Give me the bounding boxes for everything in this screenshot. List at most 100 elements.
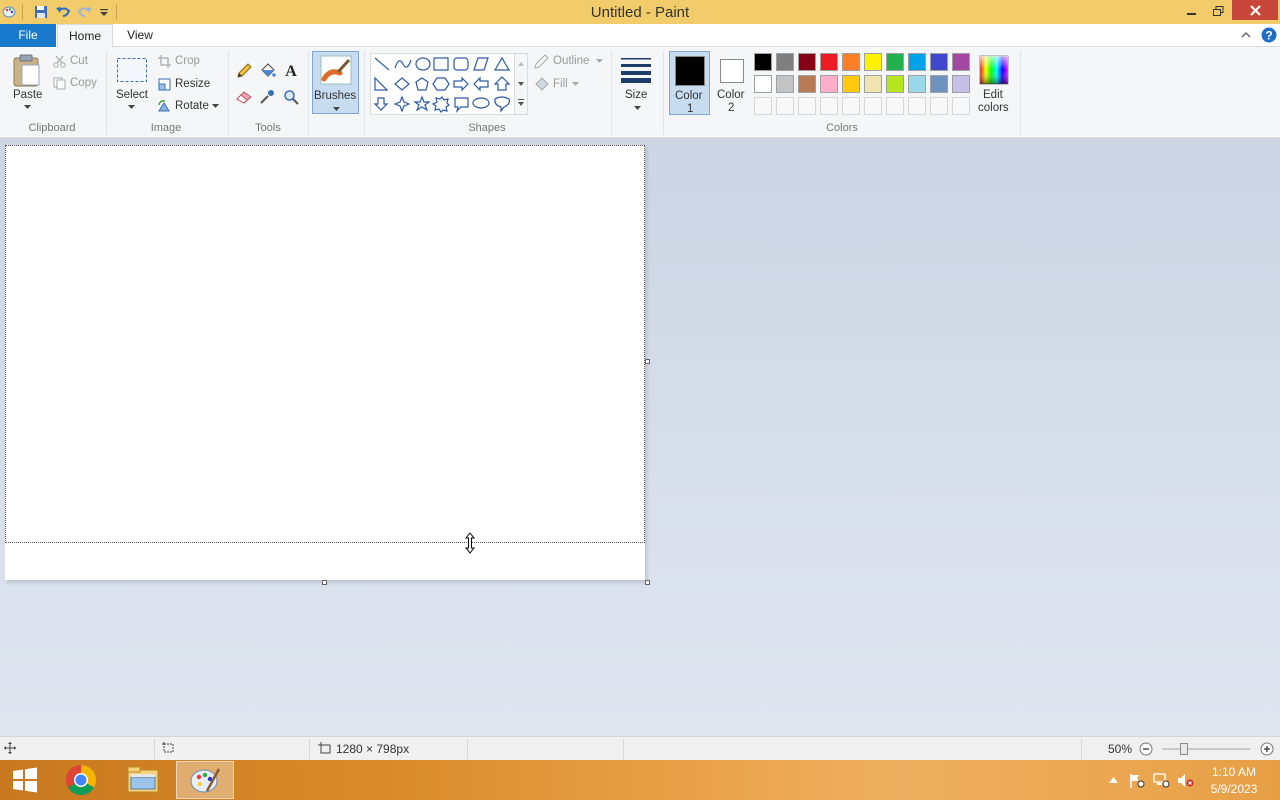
edit-colors-button[interactable]: Edit colors — [974, 51, 1014, 115]
minimize-button[interactable] — [1180, 0, 1204, 22]
copy-icon[interactable] — [52, 76, 66, 90]
zoom-slider-thumb[interactable] — [1180, 743, 1188, 755]
color-swatch[interactable] — [754, 75, 772, 93]
action-center-flag-icon[interactable] — [1128, 772, 1146, 788]
tab-home[interactable]: Home — [57, 24, 113, 48]
zoom-in-icon[interactable] — [1259, 741, 1275, 757]
color-swatch[interactable] — [908, 75, 926, 93]
brushes-dropdown-icon — [331, 105, 341, 113]
help-icon[interactable]: ? — [1260, 26, 1278, 44]
resize-label[interactable]: Resize — [175, 78, 210, 90]
resize-icon[interactable] — [157, 77, 171, 91]
custom-color-slot[interactable] — [842, 97, 860, 115]
color2-button[interactable]: Color 2 — [712, 51, 752, 115]
color-swatch[interactable] — [930, 53, 948, 71]
color-swatch[interactable] — [842, 53, 860, 71]
close-button[interactable] — [1232, 0, 1278, 20]
canvas-resize-handle-right[interactable] — [645, 359, 650, 364]
custom-color-slot[interactable] — [952, 97, 970, 115]
color-swatch[interactable] — [952, 75, 970, 93]
color-swatch[interactable] — [842, 75, 860, 93]
shapes-gallery-scroll[interactable] — [514, 53, 528, 115]
color-swatch[interactable] — [864, 53, 882, 71]
taskbar-chrome[interactable] — [52, 761, 110, 799]
taskbar-file-explorer[interactable] — [114, 761, 172, 799]
clock-date[interactable]: 5/9/2023 — [1210, 782, 1258, 796]
network-icon[interactable] — [1152, 772, 1170, 788]
select-dropdown-icon[interactable] — [126, 103, 136, 111]
text-tool-icon[interactable]: A — [282, 61, 300, 79]
color-swatch[interactable] — [798, 53, 816, 71]
start-button[interactable] — [0, 761, 50, 799]
fill-dropdown-icon[interactable] — [571, 81, 579, 87]
custom-color-slot[interactable] — [820, 97, 838, 115]
canvas-workspace[interactable] — [0, 138, 1280, 736]
eraser-icon[interactable] — [235, 88, 253, 106]
size-label: Size — [625, 89, 648, 101]
color-swatch[interactable] — [798, 75, 816, 93]
shapes-gallery[interactable] — [370, 53, 528, 115]
color-swatch[interactable] — [776, 75, 794, 93]
brushes-button[interactable]: Brushes — [312, 51, 359, 114]
custom-color-slot[interactable] — [776, 97, 794, 115]
color-swatch[interactable] — [908, 53, 926, 71]
canvas-resize-handle-bottom[interactable] — [322, 580, 327, 585]
magnifier-icon[interactable] — [282, 88, 300, 106]
custom-color-slot[interactable] — [886, 97, 904, 115]
color-swatch[interactable] — [930, 75, 948, 93]
show-hidden-icons-icon[interactable] — [1107, 774, 1119, 786]
custom-color-slot[interactable] — [930, 97, 948, 115]
restore-button[interactable] — [1206, 0, 1230, 22]
tab-view[interactable]: View — [118, 24, 162, 47]
fill-label[interactable]: Fill — [553, 78, 568, 90]
copy-label[interactable]: Copy — [70, 77, 97, 89]
select-icon[interactable] — [115, 55, 149, 85]
color1-button[interactable]: Color 1 — [669, 51, 710, 115]
color-picker-icon[interactable] — [258, 88, 276, 106]
rotate-label[interactable]: Rotate — [175, 100, 209, 112]
tools-group-label: Tools — [255, 122, 281, 134]
color-swatch[interactable] — [820, 75, 838, 93]
taskbar-paint[interactable] — [176, 761, 234, 799]
cut-label[interactable]: Cut — [70, 55, 88, 67]
color-swatch[interactable] — [864, 75, 882, 93]
fill-icon[interactable] — [533, 76, 549, 92]
color-swatch[interactable] — [886, 75, 904, 93]
minimize-ribbon-icon[interactable] — [1238, 27, 1254, 43]
zoom-slider[interactable] — [1162, 743, 1250, 755]
size-button[interactable]: Size — [616, 51, 658, 115]
canvas-resize-handle-corner[interactable] — [645, 580, 650, 585]
fill-bucket-icon[interactable] — [258, 62, 276, 80]
tab-file[interactable]: File — [0, 24, 56, 47]
select-label[interactable]: Select — [116, 89, 148, 101]
custom-color-slot[interactable] — [908, 97, 926, 115]
clock-time[interactable]: 1:10 AM — [1210, 765, 1258, 779]
outline-label[interactable]: Outline — [553, 55, 589, 67]
cursor-position-icon — [3, 741, 17, 755]
paste-dropdown-icon[interactable] — [22, 103, 32, 111]
shapes-gallery-icons[interactable] — [371, 54, 529, 116]
color-swatch[interactable] — [952, 53, 970, 71]
color-swatch[interactable] — [754, 53, 772, 71]
paste-label[interactable]: Paste — [13, 89, 42, 101]
svg-text:?: ? — [1265, 29, 1272, 43]
outline-dropdown-icon[interactable] — [595, 58, 603, 64]
rotate-dropdown-icon[interactable] — [211, 103, 219, 109]
color-swatch[interactable] — [820, 53, 838, 71]
custom-color-slot[interactable] — [754, 97, 772, 115]
rotate-icon[interactable] — [157, 99, 171, 113]
pencil-icon[interactable] — [235, 62, 253, 80]
outline-icon[interactable] — [533, 54, 549, 70]
color-swatch[interactable] — [776, 53, 794, 71]
custom-color-slot[interactable] — [798, 97, 816, 115]
selection-size-icon — [161, 741, 175, 755]
color-swatch[interactable] — [886, 53, 904, 71]
volume-muted-icon[interactable] — [1176, 772, 1194, 788]
color2-number: 2 — [728, 102, 735, 114]
crop-label[interactable]: Crop — [175, 55, 200, 67]
custom-color-slot[interactable] — [864, 97, 882, 115]
paste-icon[interactable] — [10, 53, 44, 89]
cut-icon[interactable] — [52, 54, 66, 68]
zoom-out-icon[interactable] — [1138, 741, 1154, 757]
crop-icon[interactable] — [157, 54, 171, 68]
